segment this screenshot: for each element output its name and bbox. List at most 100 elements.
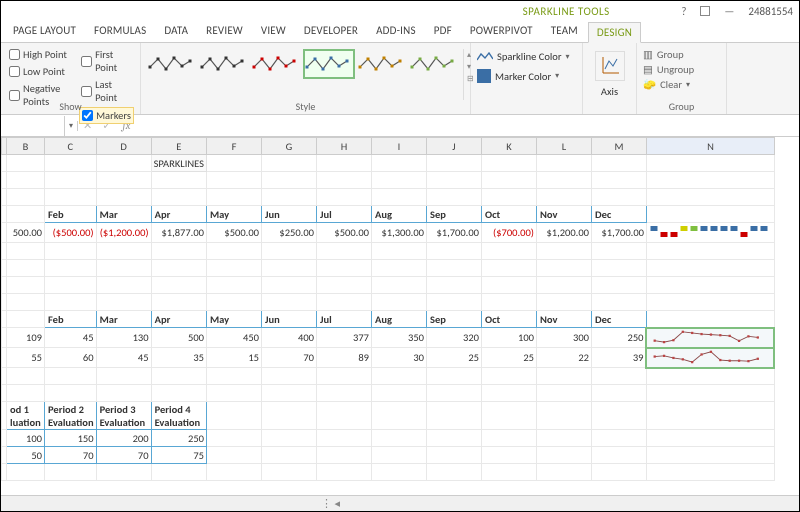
col-header[interactable]: I [371, 138, 426, 155]
cell[interactable]: 250 [151, 430, 206, 447]
col-header[interactable]: J [426, 138, 481, 155]
ribbon-toggle-icon[interactable] [700, 6, 710, 16]
cell[interactable]: 45 [96, 348, 151, 368]
cell[interactable]: 35 [151, 348, 206, 368]
cell[interactable]: ($700.00) [481, 223, 536, 243]
chk-first-point[interactable]: First Point [79, 47, 134, 75]
cell[interactable]: 377 [316, 328, 371, 348]
cell[interactable]: 70 [261, 348, 316, 368]
marker-color-btn[interactable]: Marker Color▾ [477, 69, 576, 83]
cell[interactable]: 15 [206, 348, 261, 368]
style-thumb-5[interactable] [409, 49, 459, 79]
tab-powerpivot[interactable]: POWERPIVOT [462, 21, 541, 42]
cell[interactable]: 75 [151, 447, 206, 464]
cell[interactable]: ($500.00) [45, 223, 97, 243]
tab-view[interactable]: VIEW [253, 21, 294, 42]
cell[interactable]: 500 [151, 328, 206, 348]
cell[interactable]: 250 [591, 328, 646, 348]
cell[interactable]: 70 [45, 447, 97, 464]
col-header[interactable]: D [96, 138, 151, 155]
tab-team[interactable]: Team [543, 21, 586, 42]
col-header[interactable]: L [536, 138, 591, 155]
col-header[interactable]: G [261, 138, 316, 155]
cell[interactable]: $250.00 [261, 223, 316, 243]
style-thumb-1[interactable] [199, 49, 249, 79]
group-label-style: Style [141, 100, 470, 113]
cell[interactable]: $1,877.00 [151, 223, 206, 243]
name-box-drop-icon[interactable]: ▾ [65, 121, 78, 131]
cell[interactable]: 350 [371, 328, 426, 348]
cell[interactable]: 130 [96, 328, 151, 348]
chk-low-point[interactable]: Low Point [7, 64, 75, 79]
cell[interactable]: 200 [96, 430, 151, 447]
col-header[interactable]: E [151, 138, 206, 155]
group-label-show: Show [1, 100, 140, 113]
cell[interactable]: 45 [45, 328, 97, 348]
style-thumb-0[interactable] [147, 49, 197, 79]
group-button[interactable]: ▥Group [643, 48, 720, 61]
ungroup-button[interactable]: ▤Ungroup [643, 63, 720, 76]
cell[interactable]: 30 [371, 348, 426, 368]
period-header: Period 2 Evaluation [45, 402, 97, 430]
ribbon: High Point Low Point Negative Points Fir… [1, 43, 799, 115]
cell[interactable]: $1,300.00 [371, 223, 426, 243]
cell[interactable]: $500.00 [316, 223, 371, 243]
tab-design[interactable]: DESIGN [588, 22, 641, 43]
worksheet-area[interactable]: BCDEFGHIJKLMNSPARKLINESFebMarAprMayJunJu… [1, 137, 799, 495]
cell[interactable]: 25 [481, 348, 536, 368]
cell[interactable]: ($1,200.00) [96, 223, 151, 243]
style-thumb-4[interactable] [357, 49, 407, 79]
name-box[interactable] [3, 116, 65, 136]
month-header: Sep [426, 206, 481, 223]
axis-label[interactable]: Axis [601, 85, 618, 98]
tab-review[interactable]: REVIEW [198, 21, 251, 42]
col-header[interactable]: N [646, 138, 774, 155]
cell[interactable]: 70 [96, 447, 151, 464]
tab-page layout[interactable]: PAGE LAYOUT [5, 21, 84, 42]
col-header[interactable]: M [591, 138, 646, 155]
cell[interactable]: 89 [316, 348, 371, 368]
month-header: Sep [426, 311, 481, 328]
cell[interactable]: 300 [536, 328, 591, 348]
tab-pdf[interactable]: PDF [426, 21, 460, 42]
col-header[interactable]: F [206, 138, 261, 155]
scroll-thumb-icon[interactable]: ⋮ ◂ [321, 497, 340, 510]
cell[interactable]: 100 [7, 430, 45, 447]
tab-data[interactable]: DATA [156, 21, 196, 42]
col-header[interactable]: B [7, 138, 45, 155]
col-header[interactable]: C [45, 138, 97, 155]
cell[interactable]: 25 [426, 348, 481, 368]
cell[interactable]: 109 [7, 328, 45, 348]
cell[interactable]: $1,700.00 [426, 223, 481, 243]
tab-formulas[interactable]: FORMULAS [86, 21, 154, 42]
cell[interactable]: 450 [206, 328, 261, 348]
cell[interactable]: $1,200.00 [536, 223, 591, 243]
cell[interactable]: 60 [45, 348, 97, 368]
cell[interactable]: 55 [7, 348, 45, 368]
col-header[interactable]: K [481, 138, 536, 155]
cell[interactable]: 150 [45, 430, 97, 447]
group-icon: ▥ [643, 48, 653, 61]
tab-add-ins[interactable]: ADD-INS [368, 21, 424, 42]
minimize-icon[interactable]: — [724, 5, 734, 18]
clear-button[interactable]: 🧽Clear▾ [643, 78, 720, 91]
sparkline-color-btn[interactable]: Sparkline Color▾ [477, 50, 576, 63]
cell[interactable]: $1,700.00 [591, 223, 646, 243]
cell[interactable]: 100 [481, 328, 536, 348]
style-thumb-3[interactable] [303, 49, 355, 79]
cell[interactable]: 400 [261, 328, 316, 348]
horizontal-scrollbar[interactable]: ⋮ ◂ [1, 495, 799, 511]
axis-button[interactable] [595, 51, 625, 81]
cell[interactable]: 50 [7, 447, 45, 464]
cell[interactable]: 500.00 [7, 223, 45, 243]
cell[interactable]: 39 [591, 348, 646, 368]
chk-high-point[interactable]: High Point [7, 47, 75, 62]
tab-developer[interactable]: DEVELOPER [296, 21, 366, 42]
col-header[interactable]: H [316, 138, 371, 155]
cell[interactable]: $500.00 [206, 223, 261, 243]
cell[interactable]: 320 [426, 328, 481, 348]
help-icon[interactable]: ? [681, 5, 686, 18]
cell[interactable]: 22 [536, 348, 591, 368]
month-header: Mar [96, 206, 151, 223]
style-thumb-2[interactable] [251, 49, 301, 79]
